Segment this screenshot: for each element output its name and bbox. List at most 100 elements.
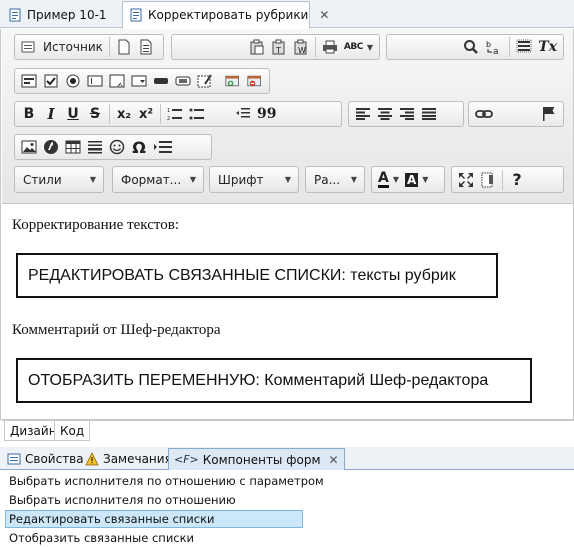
horizontal-rule-button[interactable] bbox=[84, 136, 106, 158]
list-item[interactable]: Выбрать исполнителя по отношению bbox=[6, 491, 239, 509]
svg-text:2: 2 bbox=[167, 116, 170, 121]
button-field-button[interactable] bbox=[150, 70, 172, 92]
paste-icon bbox=[250, 39, 264, 55]
background-color-button[interactable]: A ▼ bbox=[402, 169, 431, 191]
subscript-button[interactable]: x₂ bbox=[113, 103, 135, 125]
format-dropdown[interactable]: Формат... ▼ bbox=[112, 166, 204, 193]
tab-form-components[interactable]: <F> Компоненты форм ✕ bbox=[168, 448, 345, 470]
link-button[interactable] bbox=[472, 103, 496, 125]
toolbar-group-clipboard: T W ABC ▼ bbox=[171, 34, 380, 60]
underline-button[interactable]: U bbox=[62, 103, 84, 125]
tab-properties[interactable]: Свойства bbox=[2, 448, 89, 470]
background-color-icon: A bbox=[405, 172, 419, 187]
list-item-selected[interactable]: Редактировать связанные списки bbox=[5, 510, 303, 528]
flash-button[interactable] bbox=[40, 136, 62, 158]
toolbar-group-document: Источник bbox=[14, 34, 164, 60]
paste-button[interactable] bbox=[246, 36, 268, 58]
help-button[interactable]: ? bbox=[506, 169, 528, 191]
tab-code[interactable]: Код bbox=[54, 421, 91, 441]
divider bbox=[160, 104, 161, 124]
table-icon bbox=[65, 140, 81, 154]
flag-icon bbox=[543, 107, 555, 121]
form-button[interactable] bbox=[18, 70, 40, 92]
editor-mode-tabs: Дизайн Код bbox=[2, 420, 574, 442]
list-item[interactable]: Отобразить связанные списки bbox=[6, 529, 197, 547]
spellcheck-button[interactable]: ABC ▼ bbox=[341, 36, 376, 58]
bulleted-list-button[interactable] bbox=[186, 103, 208, 125]
select-button[interactable] bbox=[128, 70, 150, 92]
bold-button[interactable]: B bbox=[18, 103, 40, 125]
close-icon[interactable]: ✕ bbox=[319, 8, 329, 22]
show-blocks-button[interactable] bbox=[477, 169, 499, 191]
remove-format-icon: Tx bbox=[538, 39, 557, 55]
editor-content-area[interactable]: Корректирование текстов: РЕДАКТИРОВАТЬ С… bbox=[2, 205, 573, 410]
list-item[interactable]: Выбрать исполнителя по отношению с парам… bbox=[6, 472, 327, 490]
find-button[interactable] bbox=[460, 36, 482, 58]
hidden-field-button[interactable] bbox=[194, 70, 216, 92]
linked-lists-field[interactable]: РЕДАКТИРОВАТЬ СВЯЗАННЫЕ СПИСКИ: тексты р… bbox=[16, 253, 498, 298]
superscript-button[interactable]: x² bbox=[135, 103, 157, 125]
divider bbox=[109, 104, 110, 124]
remove-format-button[interactable]: Tx bbox=[535, 36, 560, 58]
tab-primer-10-1[interactable]: Пример 10-1 bbox=[2, 1, 113, 28]
chevron-down-icon: ▼ bbox=[89, 175, 96, 184]
special-char-button[interactable]: Ω bbox=[128, 136, 150, 158]
editor-tab-bar: Пример 10-1 Корректировать рубрики ✕ bbox=[0, 0, 574, 29]
form-components-icon: <F> bbox=[174, 453, 199, 466]
textfield-icon bbox=[87, 75, 103, 87]
tab-label: Замечания bbox=[103, 452, 172, 466]
image-button-field-button[interactable] bbox=[172, 70, 194, 92]
new-page-button[interactable] bbox=[113, 36, 135, 58]
divider bbox=[509, 37, 511, 57]
align-left-button[interactable] bbox=[352, 103, 374, 125]
styles-dropdown[interactable]: Стили ▼ bbox=[14, 166, 104, 193]
text-color-button[interactable]: A ▼ bbox=[375, 169, 402, 191]
smiley-button[interactable] bbox=[106, 136, 128, 158]
editor-toolbar: Источник T W ABC ▼ b a Tx B I U S x₂ x² … bbox=[2, 29, 573, 204]
remove-form-element-button[interactable] bbox=[244, 70, 266, 92]
tab-label: Пример 10-1 bbox=[27, 7, 107, 22]
maximize-button[interactable] bbox=[455, 169, 477, 191]
chevron-down-icon: ▼ bbox=[366, 42, 373, 52]
insert-form-element-button[interactable] bbox=[222, 70, 244, 92]
chevron-down-icon: ▼ bbox=[284, 175, 291, 184]
form-add-icon bbox=[225, 75, 239, 87]
blockquote-button[interactable]: 99 bbox=[254, 103, 279, 125]
replace-button[interactable]: ba bbox=[482, 36, 506, 58]
table-button[interactable] bbox=[62, 136, 84, 158]
paste-text-button[interactable]: T bbox=[268, 36, 290, 58]
subscript-icon: x₂ bbox=[116, 106, 132, 122]
textfield-button[interactable] bbox=[84, 70, 106, 92]
textarea-button[interactable] bbox=[106, 70, 128, 92]
variable-field[interactable]: ОТОБРАЗИТЬ ПЕРЕМЕННУЮ: Комментарий Шеф-р… bbox=[16, 358, 532, 403]
bottom-panel: Свойства Замечания <F> Компоненты форм ✕… bbox=[0, 447, 574, 547]
templates-button[interactable] bbox=[135, 36, 157, 58]
checkbox-button[interactable] bbox=[40, 70, 62, 92]
italic-button[interactable]: I bbox=[40, 103, 62, 125]
font-size-dropdown[interactable]: Ра... ▼ bbox=[305, 166, 365, 193]
print-button[interactable] bbox=[319, 36, 341, 58]
align-right-button[interactable] bbox=[396, 103, 418, 125]
tab-korrektirovat-rubriki[interactable]: Корректировать рубрики ✕ bbox=[122, 1, 329, 29]
page-break-button[interactable] bbox=[150, 136, 176, 158]
strikethrough-button[interactable]: S bbox=[84, 103, 106, 125]
font-dropdown[interactable]: Шрифт ▼ bbox=[209, 166, 299, 193]
align-center-button[interactable] bbox=[374, 103, 396, 125]
font-size-label: Ра... bbox=[314, 172, 341, 187]
svg-text:T: T bbox=[275, 46, 281, 55]
source-button[interactable]: Источник bbox=[18, 36, 106, 58]
anchor-button[interactable] bbox=[538, 103, 560, 125]
close-icon[interactable]: ✕ bbox=[329, 453, 339, 467]
justify-button[interactable] bbox=[418, 103, 440, 125]
properties-icon bbox=[7, 452, 21, 466]
numbered-list-button[interactable]: 12 bbox=[164, 103, 186, 125]
outdent-button[interactable] bbox=[232, 103, 254, 125]
select-all-button[interactable] bbox=[513, 36, 535, 58]
toolbar-group-tools: ? bbox=[451, 166, 564, 193]
tab-warnings[interactable]: Замечания bbox=[80, 448, 177, 470]
source-icon bbox=[21, 41, 35, 53]
image-button[interactable] bbox=[18, 136, 40, 158]
radio-button[interactable] bbox=[62, 70, 84, 92]
paste-word-button[interactable]: W bbox=[290, 36, 312, 58]
underline-icon: U bbox=[67, 106, 79, 122]
